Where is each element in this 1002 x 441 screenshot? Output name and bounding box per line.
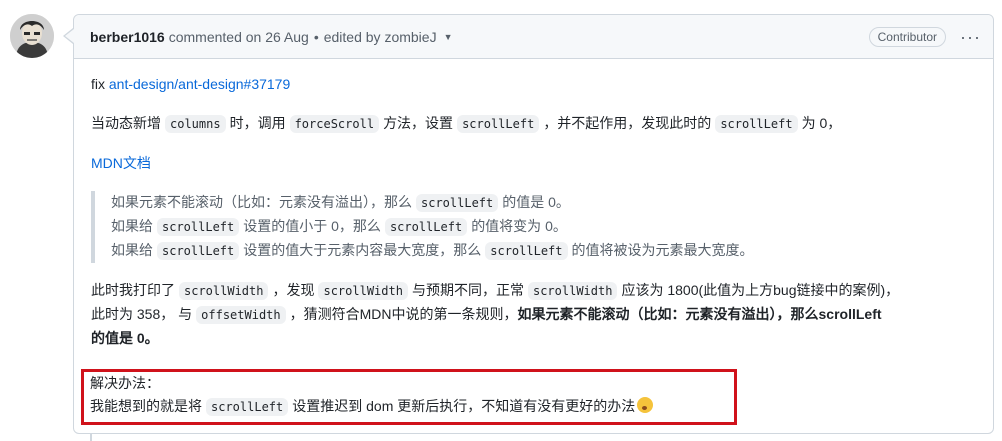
text: 的值是 0。: [502, 194, 570, 210]
avatar[interactable]: [10, 14, 54, 58]
bold-text: 的值是 0。: [91, 330, 159, 346]
comment-header: berber1016 commented on 26 Aug • edited …: [74, 15, 993, 59]
kebab-icon[interactable]: ···: [960, 28, 981, 46]
issue-link[interactable]: ant-design/ant-design#37179: [109, 76, 290, 92]
solution-title: 解决办法：: [90, 375, 160, 391]
code-scrollwidth: scrollWidth: [318, 282, 408, 300]
contributor-badge: Contributor: [868, 26, 947, 47]
code-scrollleft: scrollLeft: [715, 115, 798, 133]
edited-by-link[interactable]: edited by zombieJ: [324, 29, 437, 45]
text: 与预期不同，正常: [411, 282, 524, 298]
code-scrollleft: scrollLeft: [416, 194, 499, 212]
text: ，并不起作用，发现此时的: [543, 115, 712, 131]
intro-paragraph: 当动态新增 columns 时，调用 forceScroll 方法，设置 scrollLe…: [91, 112, 977, 136]
code-scrollwidth: scrollWidth: [179, 282, 269, 300]
code-scrollleft: scrollLeft: [206, 398, 289, 416]
solution-line: 我能想到的就是将 scrollLeft 设置推迟到 dom 更新后执行，不知道有没有…: [90, 395, 654, 419]
code-scrollleft: scrollLeft: [485, 242, 568, 260]
fix-prefix: fix: [91, 76, 105, 92]
text: 为 0，: [801, 115, 842, 131]
text: ，发现: [272, 282, 315, 298]
quote-line: 如果给 scrollLeft 设置的值大于元素内容最大宽度，那么 scrollLeft…: [111, 239, 977, 263]
solution-block: 解决办法： 我能想到的就是将 scrollLeft 设置推迟到 dom 更新后执行，…: [90, 372, 654, 419]
quote-line: 如果元素不能滚动（比如：元素没有溢出），那么 scrollLeft 的值是 0。: [111, 191, 977, 215]
text: 应该为 1800(此值为上方bug链接中的案例)，: [621, 282, 900, 298]
analysis-paragraph: 此时我打印了 scrollWidth ，发现 scrollWidth 与预期不同，正常 s…: [91, 279, 977, 350]
separator-dot: •: [313, 28, 319, 45]
quote-line: 如果给 scrollLeft 设置的值小于 0，那么 scrollLeft 的值将变为 …: [111, 215, 977, 239]
code-scrollwidth: scrollWidth: [527, 282, 618, 300]
text: ，猜测符合MDN中说的第一条规则，: [289, 306, 518, 322]
author-link[interactable]: berber1016: [90, 29, 165, 45]
text: 设置的值小于 0，那么: [243, 218, 381, 234]
bold-text: 如果元素不能滚动（比如：元素没有溢出），那么scrollLeft: [517, 306, 882, 322]
code-offsetwidth: offsetWidth: [196, 306, 286, 324]
comment-body: fix ant-design/ant-design#37179 当动态新增 col…: [74, 59, 993, 350]
code-scrollleft: scrollLeft: [157, 218, 240, 236]
worried-face-emoji: [637, 397, 654, 413]
text: 此时我打印了: [91, 282, 175, 298]
text: 的值将变为 0。: [471, 218, 567, 234]
text: 设置推迟到 dom 更新后执行，不知道有没有更好的办法: [292, 398, 636, 414]
text: 方法，设置: [383, 115, 454, 131]
comment-pointer-fill: [65, 29, 74, 43]
text: 时，调用: [229, 115, 286, 131]
fix-paragraph: fix ant-design/ant-design#37179: [91, 73, 977, 96]
caret-down-icon[interactable]: ▼: [444, 32, 453, 42]
timeline-line: [90, 434, 92, 441]
text: 设置的值大于元素内容最大宽度，那么: [243, 242, 482, 258]
text: 如果给: [111, 218, 153, 234]
code-scrollleft: scrollLeft: [157, 242, 240, 260]
code-scrollleft: scrollLeft: [384, 218, 468, 236]
text: 当动态新增: [91, 115, 161, 131]
code-columns: columns: [165, 115, 226, 133]
comment-action: commented on 26 Aug: [168, 28, 309, 45]
text: 我能想到的就是将: [90, 398, 202, 414]
text: 如果元素不能滚动（比如：元素没有溢出），那么: [111, 194, 412, 210]
mdn-link[interactable]: MDN文档: [91, 155, 151, 171]
mdn-quote: 如果元素不能滚动（比如：元素没有溢出），那么 scrollLeft 的值是 0。 如…: [91, 191, 977, 263]
text: 如果给: [111, 242, 153, 258]
code-scrollleft: scrollLeft: [457, 115, 540, 133]
text: 的值将被设为元素最大宽度。: [571, 242, 754, 258]
mdn-paragraph: MDN文档: [91, 152, 977, 175]
code-forcescroll: forceScroll: [289, 115, 380, 133]
text: 此时为 358， 与: [91, 306, 193, 322]
